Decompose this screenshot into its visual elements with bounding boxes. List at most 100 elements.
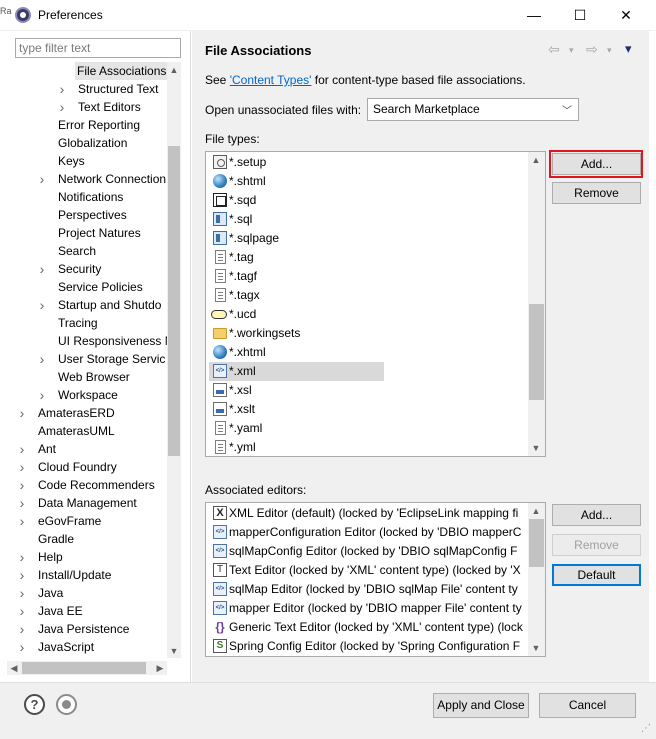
editor-item[interactable]: T Text Editor (locked by 'XML' content ty…: [209, 561, 524, 580]
editor-item[interactable]: S Spring Config Editor (locked by 'Spring…: [209, 637, 524, 656]
tree-item[interactable]: › User Storage Servic: [7, 350, 167, 368]
help-icon[interactable]: ?: [24, 694, 45, 715]
expand-chevron-icon[interactable]: ›: [17, 584, 27, 602]
editor-item[interactable]: {} Generic Text Editor (locked by 'XML' c…: [209, 618, 524, 637]
remove-editor-button[interactable]: Remove: [552, 534, 641, 556]
file-type-item[interactable]: *.sqd: [209, 191, 524, 210]
tree-item[interactable]: AmaterasUML: [7, 422, 167, 440]
tree-item[interactable]: Project Natures: [7, 224, 167, 242]
file-type-item[interactable]: *.tagx: [209, 286, 524, 305]
expand-chevron-icon[interactable]: ›: [37, 296, 47, 314]
editor-item[interactable]: X XML Editor (default) (locked by 'Eclips…: [209, 504, 524, 523]
scroll-left-icon[interactable]: ◀: [7, 661, 21, 675]
add-file-type-button[interactable]: Add...: [552, 153, 641, 175]
expand-chevron-icon[interactable]: ›: [17, 512, 27, 530]
file-types-list[interactable]: *.setup *.shtml *.sqd *.sql *.sqlpage *.tag *.…: [205, 151, 546, 457]
cancel-button[interactable]: Cancel: [539, 693, 636, 718]
tree-item[interactable]: › Cloud Foundry: [7, 458, 167, 476]
expand-chevron-icon[interactable]: ›: [17, 602, 27, 620]
expand-chevron-icon[interactable]: ›: [37, 170, 47, 188]
expand-chevron-icon[interactable]: ›: [17, 458, 27, 476]
file-type-item[interactable]: *.yml: [209, 438, 524, 456]
tree-item[interactable]: › Data Management: [7, 494, 167, 512]
tree-item[interactable]: › Network Connection: [7, 170, 167, 188]
file-type-item[interactable]: *.xsl: [209, 381, 524, 400]
filter-input[interactable]: [15, 38, 181, 58]
tree-item[interactable]: Keys: [7, 152, 167, 170]
editor-item[interactable]: </> mapper Editor (locked by 'DBIO mapper…: [209, 599, 524, 618]
expand-chevron-icon[interactable]: ›: [17, 476, 27, 494]
scroll-down-icon[interactable]: ▼: [167, 644, 181, 658]
remove-file-type-button[interactable]: Remove: [552, 182, 641, 204]
expand-chevron-icon[interactable]: ›: [17, 620, 27, 638]
tree-item[interactable]: › Code Recommenders: [7, 476, 167, 494]
resize-grip-icon[interactable]: ⋰: [641, 723, 653, 735]
expand-chevron-icon[interactable]: ›: [57, 80, 67, 98]
file-type-item[interactable]: *.yaml: [209, 419, 524, 438]
scroll-down-icon[interactable]: ▼: [529, 641, 543, 655]
expand-chevron-icon[interactable]: ›: [37, 260, 47, 278]
close-button[interactable]: ✕: [603, 0, 649, 31]
file-types-scroll-thumb[interactable]: [529, 304, 544, 400]
tree-item[interactable]: › JavaScript: [7, 638, 167, 656]
tree-item[interactable]: Search: [7, 242, 167, 260]
editor-item[interactable]: </> sqlMapConfig Editor (locked by 'DBIO …: [209, 542, 524, 561]
scroll-down-icon[interactable]: ▼: [529, 441, 543, 455]
minimize-button[interactable]: —: [511, 0, 557, 31]
tree-item[interactable]: › Java Persistence: [7, 620, 167, 638]
expand-chevron-icon[interactable]: ›: [17, 404, 27, 422]
editor-item[interactable]: </> sqlMap Editor (locked by 'DBIO sqlMap…: [209, 580, 524, 599]
editor-item[interactable]: </> mapperConfiguration Editor (locked by…: [209, 523, 524, 542]
file-type-item[interactable]: *.tag: [209, 248, 524, 267]
expand-chevron-icon[interactable]: ›: [17, 566, 27, 584]
tree-vertical-scroll-thumb[interactable]: [168, 146, 180, 456]
back-menu-chevron-icon[interactable]: ▾: [569, 45, 574, 56]
tree-item[interactable]: › Security: [7, 260, 167, 278]
tree-item[interactable]: › Install/Update: [7, 566, 167, 584]
tree-item[interactable]: Gradle: [7, 530, 167, 548]
forward-arrow-icon[interactable]: ⇨: [586, 41, 598, 58]
back-arrow-icon[interactable]: ⇦: [548, 41, 560, 58]
expand-chevron-icon[interactable]: ›: [57, 98, 67, 116]
open-unassociated-select[interactable]: Search Marketplace ﹀: [367, 98, 579, 121]
scroll-right-icon[interactable]: ▶: [153, 661, 167, 675]
tree-item[interactable]: › Structured Text: [7, 80, 167, 98]
file-type-item[interactable]: *.shtml: [209, 172, 524, 191]
default-editor-button[interactable]: Default: [552, 564, 641, 586]
tree-item[interactable]: File Associations: [7, 62, 167, 80]
file-type-item[interactable]: *.setup: [209, 153, 524, 172]
editors-scroll-thumb[interactable]: [529, 519, 544, 567]
scroll-up-icon[interactable]: ▲: [167, 63, 181, 77]
tree-item[interactable]: Error Reporting: [7, 116, 167, 134]
tree-item[interactable]: › Java: [7, 584, 167, 602]
scroll-up-icon[interactable]: ▲: [529, 153, 543, 167]
tree-item[interactable]: › Ant: [7, 440, 167, 458]
scroll-up-icon[interactable]: ▲: [529, 504, 543, 518]
file-type-item[interactable]: *.xhtml: [209, 343, 524, 362]
maximize-button[interactable]: ☐: [557, 0, 603, 31]
tree-item[interactable]: › eGovFrame: [7, 512, 167, 530]
expand-chevron-icon[interactable]: ›: [17, 548, 27, 566]
expand-chevron-icon[interactable]: ›: [17, 440, 27, 458]
tree-item[interactable]: › Java EE: [7, 602, 167, 620]
tree-item[interactable]: Service Policies: [7, 278, 167, 296]
tree-item[interactable]: Notifications: [7, 188, 167, 206]
add-editor-button[interactable]: Add...: [552, 504, 641, 526]
expand-chevron-icon[interactable]: ›: [17, 638, 27, 656]
file-type-item[interactable]: *.ucd: [209, 305, 524, 324]
tree-item[interactable]: UI Responsiveness M: [7, 332, 167, 350]
oomph-record-icon[interactable]: [56, 694, 77, 715]
file-type-item[interactable]: *.tagf: [209, 267, 524, 286]
expand-chevron-icon[interactable]: ›: [37, 386, 47, 404]
file-type-item[interactable]: *.sql: [209, 210, 524, 229]
file-type-item[interactable]: *.xslt: [209, 400, 524, 419]
tree-item[interactable]: › Text Editors: [7, 98, 167, 116]
view-menu-icon[interactable]: ▾: [625, 41, 632, 57]
tree-item[interactable]: Tracing: [7, 314, 167, 332]
tree-item[interactable]: Web Browser: [7, 368, 167, 386]
expand-chevron-icon[interactable]: ›: [17, 494, 27, 512]
tree-item[interactable]: › Workspace: [7, 386, 167, 404]
file-type-item[interactable]: </> *.xml: [209, 362, 384, 381]
apply-and-close-button[interactable]: Apply and Close: [433, 693, 529, 718]
tree-item[interactable]: › Help: [7, 548, 167, 566]
